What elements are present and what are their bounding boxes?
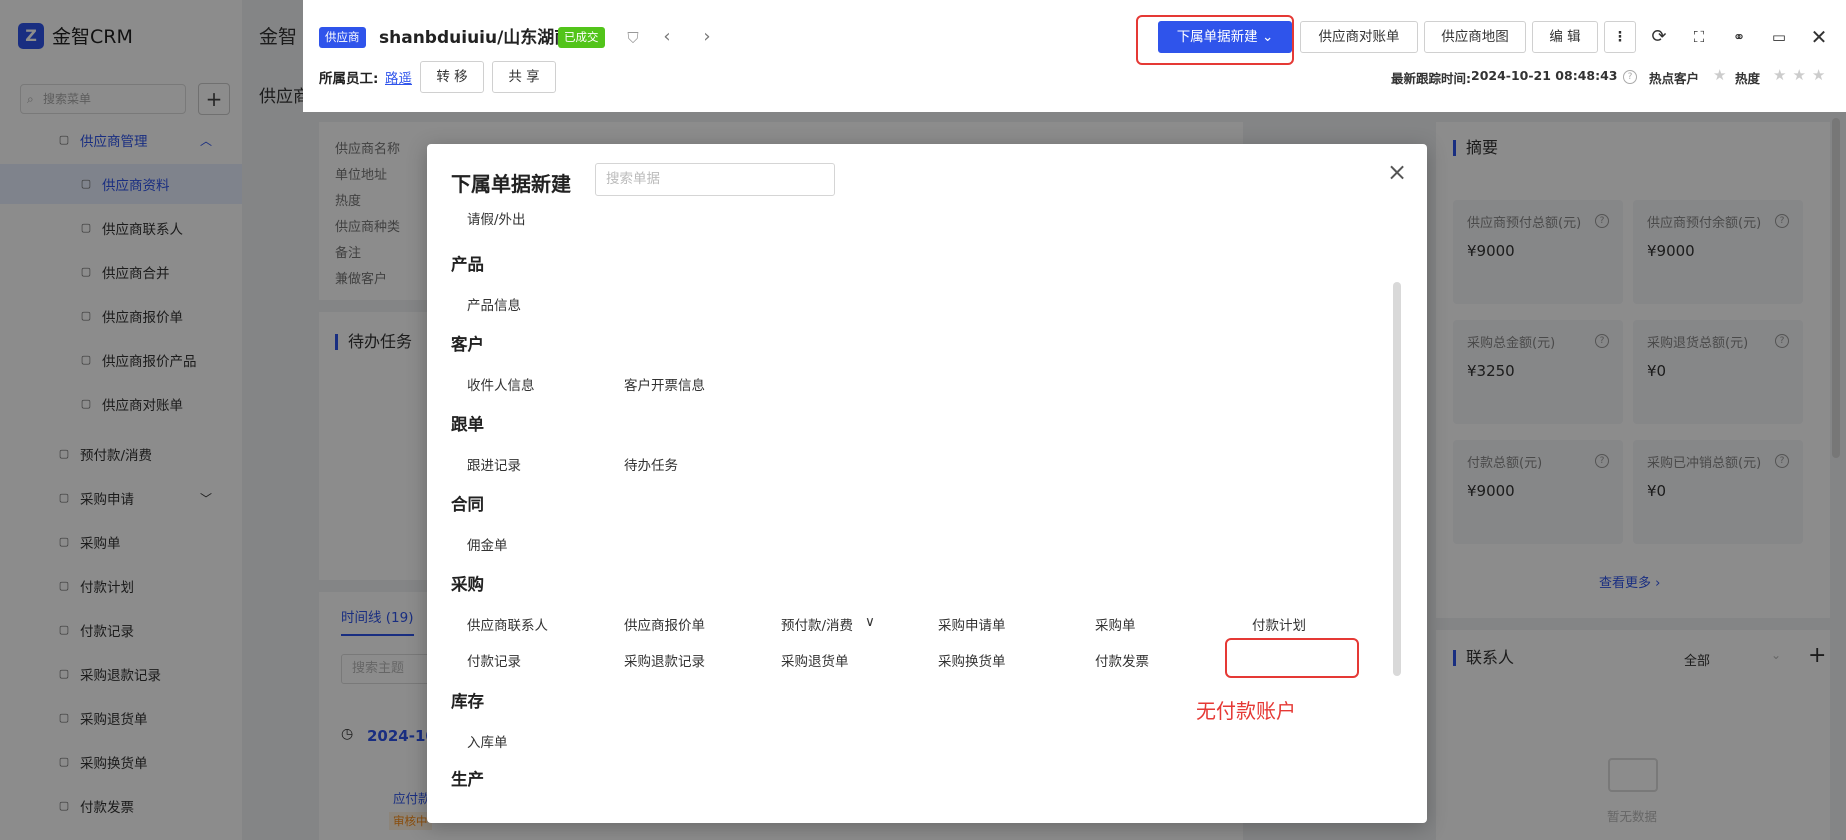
more-icon[interactable]: ⋮ [1604,21,1636,53]
supplier-name: shanbduiuiu/山东湖南 [379,28,572,48]
document-type-item[interactable]: 付款发票 [1095,650,1149,670]
next-icon[interactable]: › [695,25,719,49]
document-type-item[interactable]: 采购单 [1095,614,1136,634]
group-title: 采购 [451,575,484,594]
document-search-input[interactable]: 搜索单据 [595,163,835,196]
group-title: 库存 [451,692,484,711]
type-tag: 供应商 [319,27,366,48]
transfer-button[interactable]: 转 移 [420,61,484,93]
drawer-header: 供应商 shanbduiuiu/山东湖南 已成交 ⛉ ‹ › 所属员工: 路遥 … [303,0,1846,112]
sub-document-new-modal: 下属单据新建 搜索单据 × 请假/外出 产品产品信息客户收件人信息 客户开票信息跟… [427,144,1427,823]
document-type-item[interactable]: 入库单 [467,731,508,751]
last-track-label: 最新跟踪时间: [1391,71,1471,86]
map-button[interactable]: 供应商地图 [1424,21,1526,53]
modal-title: 下属单据新建 [451,172,571,196]
highlight-empty-slot [1225,638,1359,678]
hot-star-icon[interactable]: ★ [1713,66,1726,84]
document-type-item[interactable]: 跟进记录 [467,454,521,474]
group-title: 产品 [451,255,484,274]
close-icon[interactable]: ✕ [1807,25,1831,49]
leave-item[interactable]: 请假/外出 [467,208,526,228]
laptop-icon[interactable]: ▭ [1767,25,1791,49]
annotation-text: 无付款账户 [1196,699,1296,723]
document-type-item[interactable]: 付款记录 [467,650,521,670]
document-type-item[interactable]: 佣金单 [467,534,508,554]
overlay-mask-left[interactable] [0,0,303,840]
document-type-item[interactable]: 预付款/消费 [781,614,853,634]
document-type-item[interactable]: 收件人信息 [467,374,535,394]
heat-stars[interactable]: ★★★ [1773,66,1831,84]
group-title: 生产 [451,770,484,789]
modal-scrollbar[interactable] [1393,282,1401,676]
document-type-item[interactable]: 采购退货单 [781,650,849,670]
document-type-item[interactable]: 客户开票信息 [624,374,705,394]
heat-label: 热度 [1735,71,1761,86]
document-type-item[interactable]: 产品信息 [467,294,521,314]
group-title: 合同 [451,495,484,514]
document-type-item[interactable]: 采购申请单 [938,614,1006,634]
close-icon[interactable]: × [1385,160,1409,184]
last-track-time: 2024-10-21 08:48:43 [1471,68,1618,83]
chevron-down-icon[interactable]: ∨ [865,614,875,630]
prev-icon[interactable]: ‹ [655,25,679,49]
status-badge: 已成交 [558,27,605,48]
document-type-item[interactable]: 付款计划 [1252,614,1306,634]
shield-icon[interactable]: ⛉ [621,26,645,50]
statement-button[interactable]: 供应商对账单 [1300,21,1418,53]
fullscreen-icon[interactable]: ⛶ [1687,25,1711,49]
help-icon[interactable]: ? [1623,70,1637,84]
owner-label: 所属员工: [319,71,379,87]
link-icon[interactable]: ⚭ [1727,25,1751,49]
group-title: 客户 [451,335,484,354]
highlight-sub-new-button [1136,15,1294,65]
refresh-icon[interactable]: ⟳ [1647,25,1671,49]
document-type-item[interactable]: 供应商联系人 [467,614,548,634]
hot-customer-label: 热点客户 [1649,71,1700,86]
document-type-item[interactable]: 采购换货单 [938,650,1006,670]
owner-link[interactable]: 路遥 [385,67,412,87]
share-button[interactable]: 共 享 [492,61,556,93]
document-type-item[interactable]: 供应商报价单 [624,614,705,634]
document-type-item[interactable]: 待办任务 [624,454,678,474]
document-type-item[interactable]: 采购退款记录 [624,650,705,670]
group-title: 跟单 [451,415,484,434]
edit-button[interactable]: 编 辑 [1532,21,1598,53]
